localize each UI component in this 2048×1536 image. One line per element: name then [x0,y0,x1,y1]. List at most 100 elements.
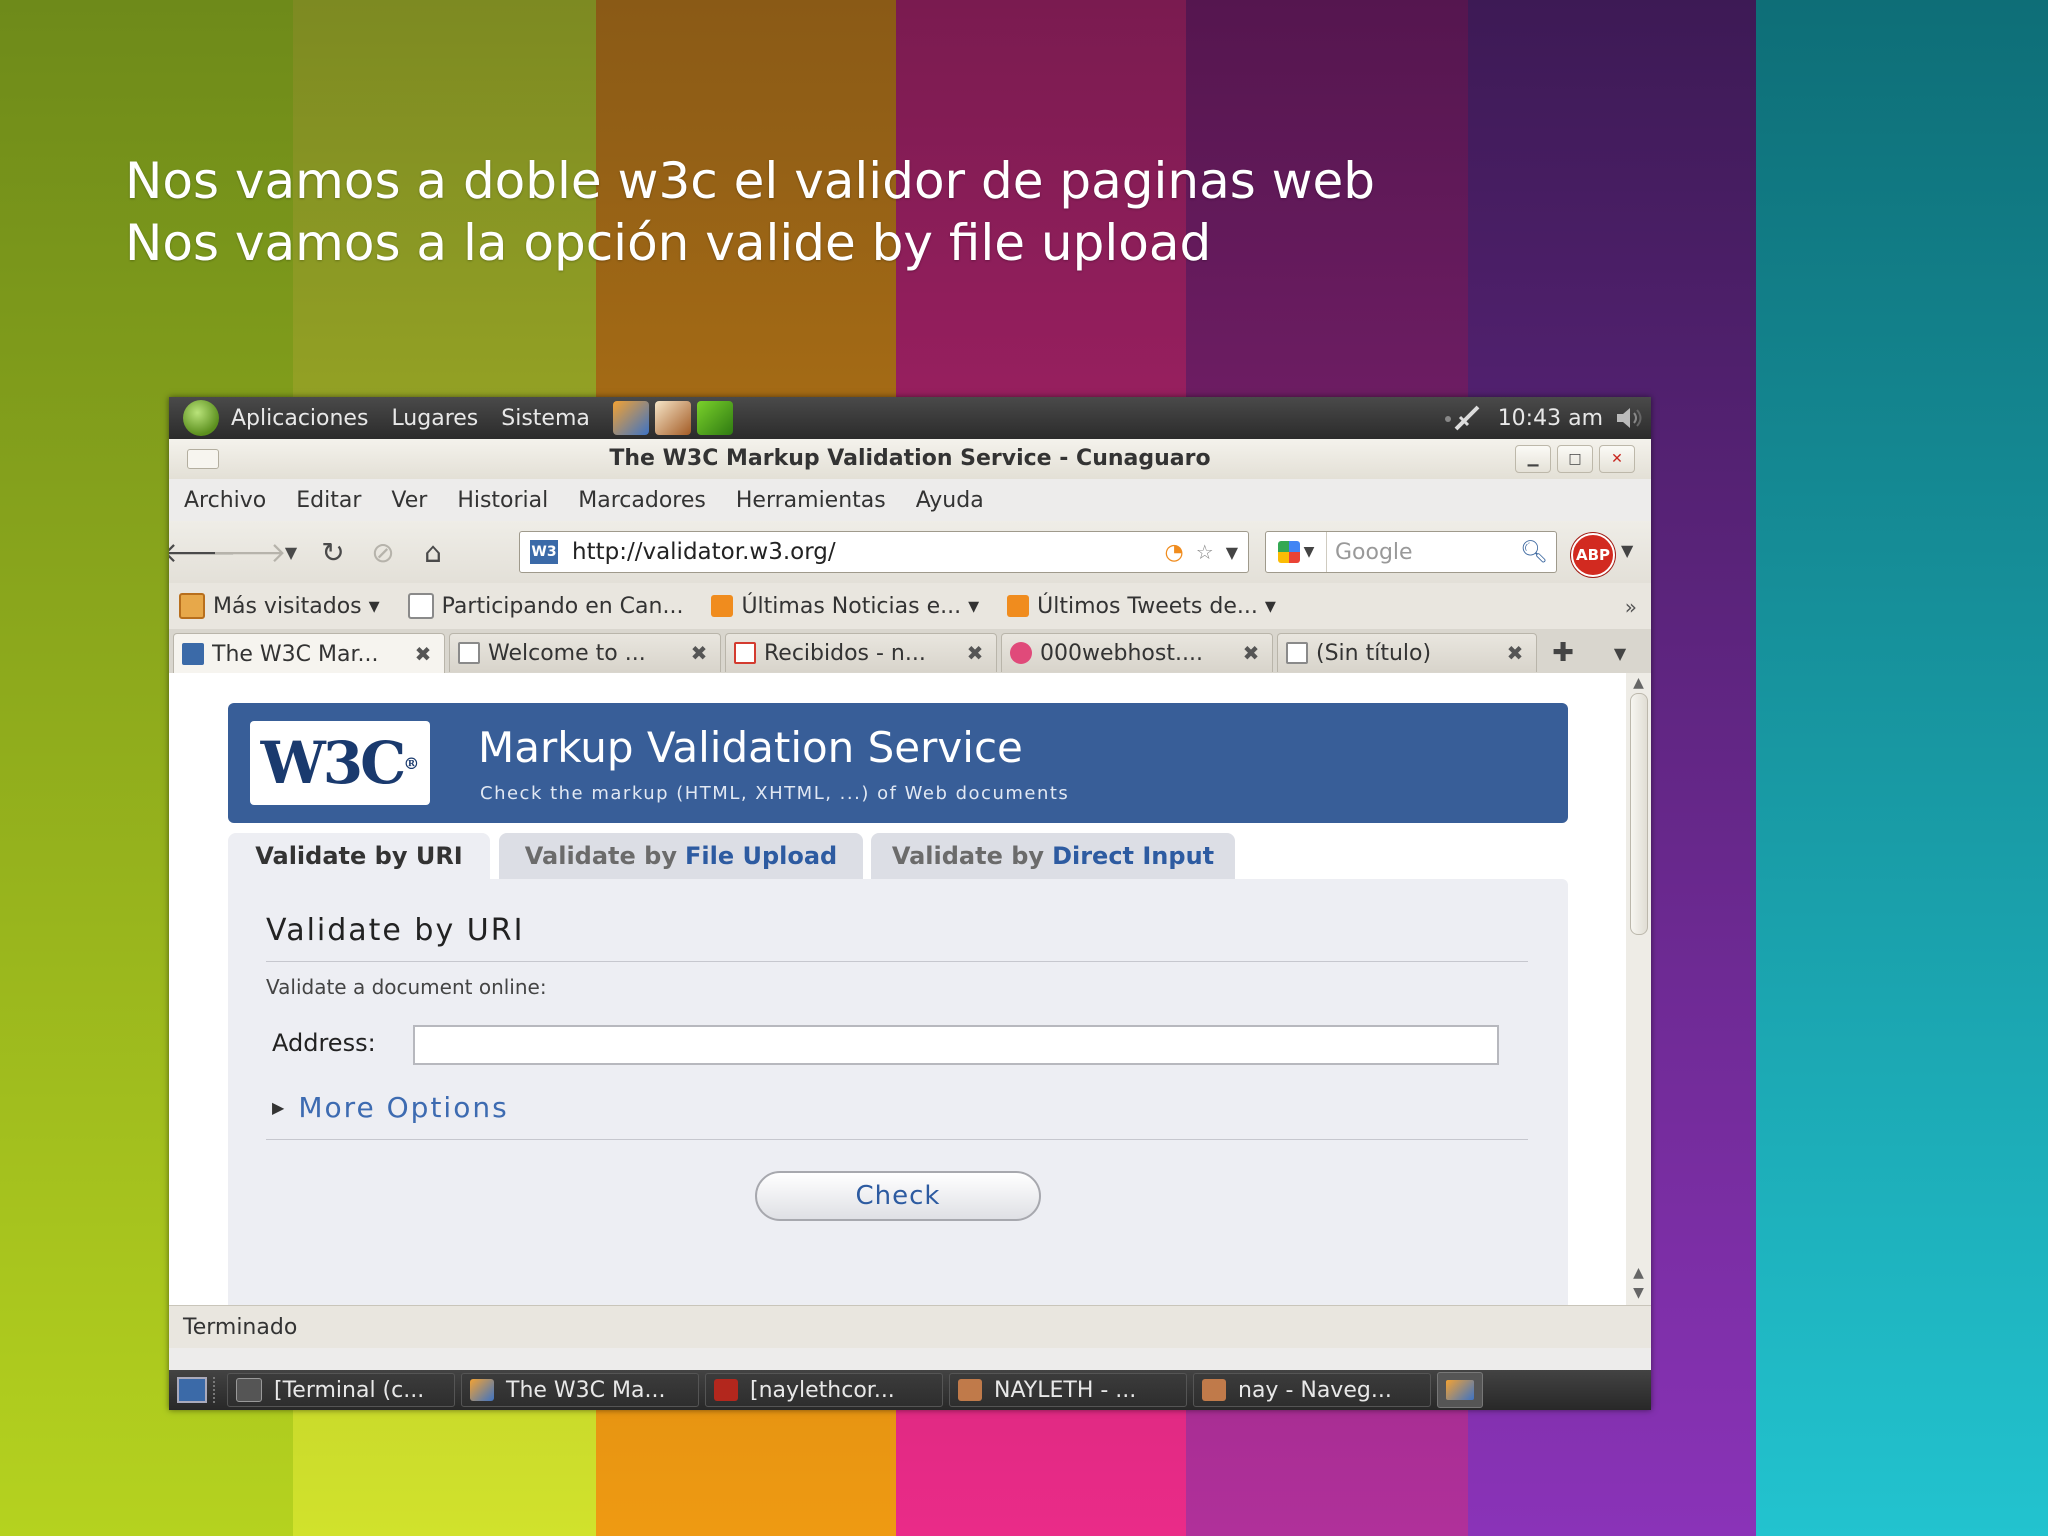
firefox-launcher-icon[interactable] [612,401,649,435]
close-window-button[interactable]: ✕ [1599,445,1635,473]
menu-aplicaciones[interactable]: Aplicaciones [231,406,368,431]
tab-welcome[interactable]: Welcome to ... ✖ [449,633,721,672]
menu-sistema[interactable]: Sistema [501,406,590,431]
thunderbird-launcher-icon[interactable] [654,401,691,435]
bookmark-mas-visitados[interactable]: Más visitados ▾ [179,593,380,619]
navigation-toolbar: 🡐 🡒 ▼ ↻ ⊘ ⌂ W3 http://validator.w3.org/ … [169,521,1651,583]
page-title: Markup Validation Service [478,723,1023,772]
tab-prefix: Validate by [255,842,408,870]
status-text: Terminado [183,1314,298,1340]
rss-feed-icon[interactable]: ◔ [1165,540,1184,565]
taskbar-firefox[interactable]: The W3C Ma... [461,1373,699,1407]
scroll-up-icon[interactable]: ▲ [1626,675,1651,691]
stop-icon[interactable]: ⊘ [363,532,403,572]
site-favicon-icon: W3 [530,540,558,564]
slide-caption-line-2: Nos vamos a la opción valide by file upl… [125,214,1212,272]
firefox-icon [470,1379,494,1401]
bookmark-label: Más visitados ▾ [213,593,380,619]
reload-icon[interactable]: ↻ [313,532,353,572]
tab-validate-by-file-upload[interactable]: Validate by File Upload [499,833,863,879]
search-bar[interactable]: ▼ Google 🔍︎ [1265,531,1557,573]
browser-menubar: Archivo Editar Ver Historial Marcadores … [169,479,1651,521]
menu-herramientas[interactable]: Herramientas [736,488,886,513]
taskbar-nay-navegador[interactable]: nay - Naveg... [1193,1373,1431,1407]
menu-ver[interactable]: Ver [391,488,427,513]
browser-window-icon [958,1379,982,1401]
menu-editar[interactable]: Editar [296,488,361,513]
tab-validate-by-direct-input[interactable]: Validate by Direct Input [871,833,1235,879]
search-icon[interactable]: 🔍︎ [1520,540,1548,565]
address-bar[interactable]: W3 http://validator.w3.org/ ◔ ☆ ▼ [519,531,1249,573]
close-tab-icon[interactable]: ✖ [962,641,988,665]
menu-ayuda[interactable]: Ayuda [916,488,984,513]
adblock-dropdown-icon[interactable]: ▼ [1621,541,1633,560]
search-engine-selector[interactable]: ▼ [1266,532,1327,572]
task-label: The W3C Ma... [506,1377,666,1403]
workspace-switcher-icon[interactable] [1437,1372,1483,1408]
window-titlebar: The W3C Markup Validation Service - Cuna… [169,439,1651,480]
menu-marcadores[interactable]: Marcadores [578,488,706,513]
bookmark-ultimas-noticias[interactable]: Últimas Noticias e... ▾ [711,594,979,619]
network-icon[interactable] [1444,403,1482,433]
volume-icon[interactable] [1615,406,1643,430]
distro-logo-icon[interactable] [183,400,219,436]
url-dropdown-icon[interactable]: ▼ [1226,543,1238,562]
menu-historial[interactable]: Historial [457,488,548,513]
address-bar-url[interactable]: http://validator.w3.org/ [572,539,836,565]
scrollbar-thumb[interactable] [1630,693,1648,935]
rss-icon [711,595,734,617]
page-subtitle: Check the markup (HTML, XHTML, ...) of W… [480,783,1070,804]
page-icon [407,593,434,619]
close-tab-icon[interactable]: ✖ [410,642,436,666]
taskbar-filezilla[interactable]: [naylethcor... [705,1373,943,1407]
close-tab-icon[interactable]: ✖ [1238,641,1264,665]
close-tab-icon[interactable]: ✖ [1502,641,1528,665]
check-button[interactable]: Check [755,1171,1041,1221]
minimize-button[interactable]: ▁ [1515,445,1551,473]
panel-clock[interactable]: 10:43 am [1498,406,1603,431]
browser-window-icon [1202,1379,1226,1401]
tab-w3c-validator[interactable]: The W3C Mar... ✖ [173,633,445,674]
bookmark-star-icon[interactable]: ☆ [1196,540,1214,564]
section-title: Validate by URI [266,913,525,948]
rss-icon [1007,595,1030,617]
bg-stripe [1756,0,2048,1536]
w3c-logo-text: W3C [260,729,407,797]
tab-list-dropdown-icon[interactable]: ▼ [1605,635,1635,671]
more-options-toggle[interactable]: ▶ More Options [272,1091,509,1124]
taskbar-nayleth[interactable]: NAYLETH - ... [949,1373,1187,1407]
bookmark-label: Últimas Noticias e... ▾ [741,593,980,619]
bookmark-ultimos-tweets[interactable]: Últimos Tweets de... ▾ [1007,594,1276,619]
search-input[interactable]: Google [1335,540,1520,565]
w3c-favicon-icon [182,643,204,665]
tab-recibidos[interactable]: Recibidos - n... ✖ [725,633,997,672]
adblock-plus-icon[interactable]: ABP [1571,533,1615,577]
taskbar-terminal[interactable]: [Terminal (c... [227,1373,455,1407]
new-tab-icon[interactable]: ✚ [1539,635,1587,671]
forward-arrow-icon[interactable]: 🡒 [211,532,286,572]
tab-000webhost[interactable]: 000webhost.... ✖ [1001,633,1273,672]
history-dropdown-icon[interactable]: ▼ [279,532,303,572]
tab-highlight: URI [415,842,463,870]
menu-archivo[interactable]: Archivo [184,488,266,513]
bookmarks-overflow-icon[interactable]: » [1625,595,1637,619]
scroll-up-icon[interactable]: ▲ [1626,1265,1651,1281]
menu-lugares[interactable]: Lugares [391,406,478,431]
address-input[interactable] [413,1025,1499,1065]
filezilla-icon [714,1379,738,1401]
panel-separator [213,1377,221,1403]
home-icon[interactable]: ⌂ [413,532,453,572]
tab-sin-titulo[interactable]: (Sin título) ✖ [1277,633,1537,672]
maximize-button[interactable]: □ [1557,445,1593,473]
vertical-scrollbar[interactable]: ▲ ▲ ▼ [1626,673,1651,1305]
show-desktop-icon[interactable] [177,1377,207,1403]
evolution-launcher-icon[interactable] [696,401,733,435]
w3c-logo[interactable]: W3C ® [250,721,430,805]
folder-icon [179,593,205,619]
scroll-down-icon[interactable]: ▼ [1626,1285,1651,1301]
close-tab-icon[interactable]: ✖ [686,641,712,665]
bookmark-participando[interactable]: Participando en Can... [407,593,683,619]
tab-validate-by-uri[interactable]: Validate by URI [228,833,490,879]
task-label: nay - Naveg... [1238,1377,1392,1403]
divider [266,961,1528,962]
